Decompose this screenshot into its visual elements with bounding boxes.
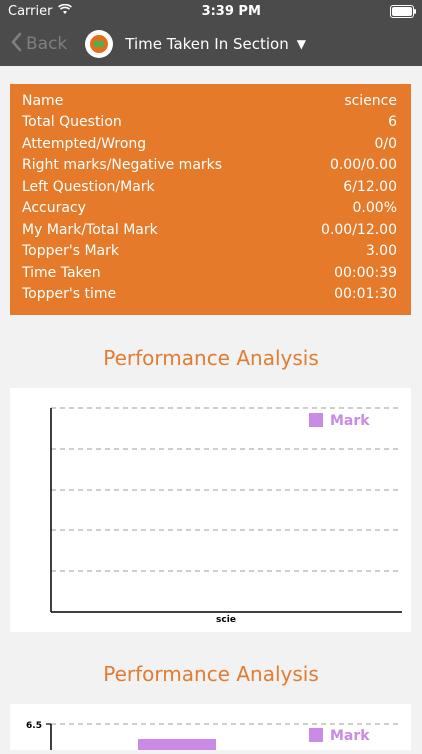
navigation-bar: Back Time Taken In Section ▼	[0, 22, 422, 66]
stat-value: 00:00:39	[334, 264, 397, 281]
legend-swatch	[309, 413, 323, 427]
performance-chart-2: 6.5 Mark	[10, 704, 411, 750]
stat-value: 00:01:30	[334, 286, 397, 303]
stat-row: Total Question 6	[22, 112, 397, 134]
stat-label: Time Taken	[22, 264, 101, 281]
caret-down-icon[interactable]: ▼	[297, 37, 306, 51]
wifi-icon	[58, 3, 73, 19]
x-tick-label: scie	[216, 615, 236, 625]
stat-row: Topper's time 00:01:30	[22, 284, 397, 306]
app-logo-icon	[85, 30, 114, 58]
legend-label: Mark	[330, 728, 370, 744]
battery-icon	[389, 4, 416, 18]
stat-row: Left Question/Mark 6/12.00	[22, 176, 397, 198]
chevron-left-icon	[10, 32, 22, 57]
status-left: Carrier	[8, 3, 73, 19]
stat-label: Right marks/Negative marks	[22, 157, 223, 174]
stat-label: Attempted/Wrong	[22, 135, 147, 152]
stat-value: 3.00	[365, 243, 397, 260]
section-selector-title[interactable]: Time Taken In Section	[125, 35, 288, 53]
performance-analysis-title-2: Performance Analysis	[103, 662, 319, 686]
stat-label: Name	[22, 92, 64, 109]
status-bar: Carrier 3:39 PM	[0, 0, 422, 22]
carrier-label: Carrier	[8, 3, 53, 19]
chart-1-svg: scie Mark	[50, 407, 402, 625]
stat-row: Time Taken 00:00:39	[22, 262, 397, 284]
status-right	[389, 4, 416, 18]
stat-row: Name science	[22, 90, 397, 112]
stat-label: Topper's time	[22, 286, 117, 303]
stat-row: Attempted/Wrong 0/0	[22, 133, 397, 155]
status-time: 3:39 PM	[201, 3, 261, 19]
stat-label: Topper's Mark	[22, 243, 119, 260]
stat-label: Left Question/Mark	[22, 178, 155, 195]
stat-label: My Mark/Total Mark	[22, 221, 158, 238]
stat-row: Accuracy 0.00%	[22, 198, 397, 220]
back-label: Back	[26, 34, 68, 54]
stat-value: 0.00%	[352, 200, 397, 217]
stat-row: My Mark/Total Mark 0.00/12.00	[22, 219, 397, 241]
stat-value: 0.00/12.00	[321, 221, 397, 238]
stat-value: science	[344, 92, 397, 109]
y-tick-label: 6.5	[26, 721, 42, 731]
performance-chart-1: scie Mark	[10, 388, 411, 632]
stat-value: 0.00/0.00	[329, 157, 397, 174]
stat-label: Total Question	[22, 114, 122, 131]
chart-2-svg: 6.5 Mark	[26, 721, 402, 750]
bar	[138, 739, 216, 750]
stat-value: 6	[388, 114, 397, 131]
legend-label: Mark	[330, 413, 370, 429]
summary-panel: Name science Total Question 6 Attempted/Wron…	[10, 84, 411, 315]
stat-label: Accuracy	[22, 200, 86, 217]
performance-analysis-title: Performance Analysis	[103, 346, 319, 370]
stat-value: 0/0	[374, 135, 397, 152]
legend-swatch	[309, 728, 323, 742]
stat-row: Right marks/Negative marks 0.00/0.00	[22, 155, 397, 177]
stat-row: Topper's Mark 3.00	[22, 241, 397, 263]
stat-value: 6/12.00	[343, 178, 397, 195]
back-button[interactable]: Back	[10, 32, 67, 57]
